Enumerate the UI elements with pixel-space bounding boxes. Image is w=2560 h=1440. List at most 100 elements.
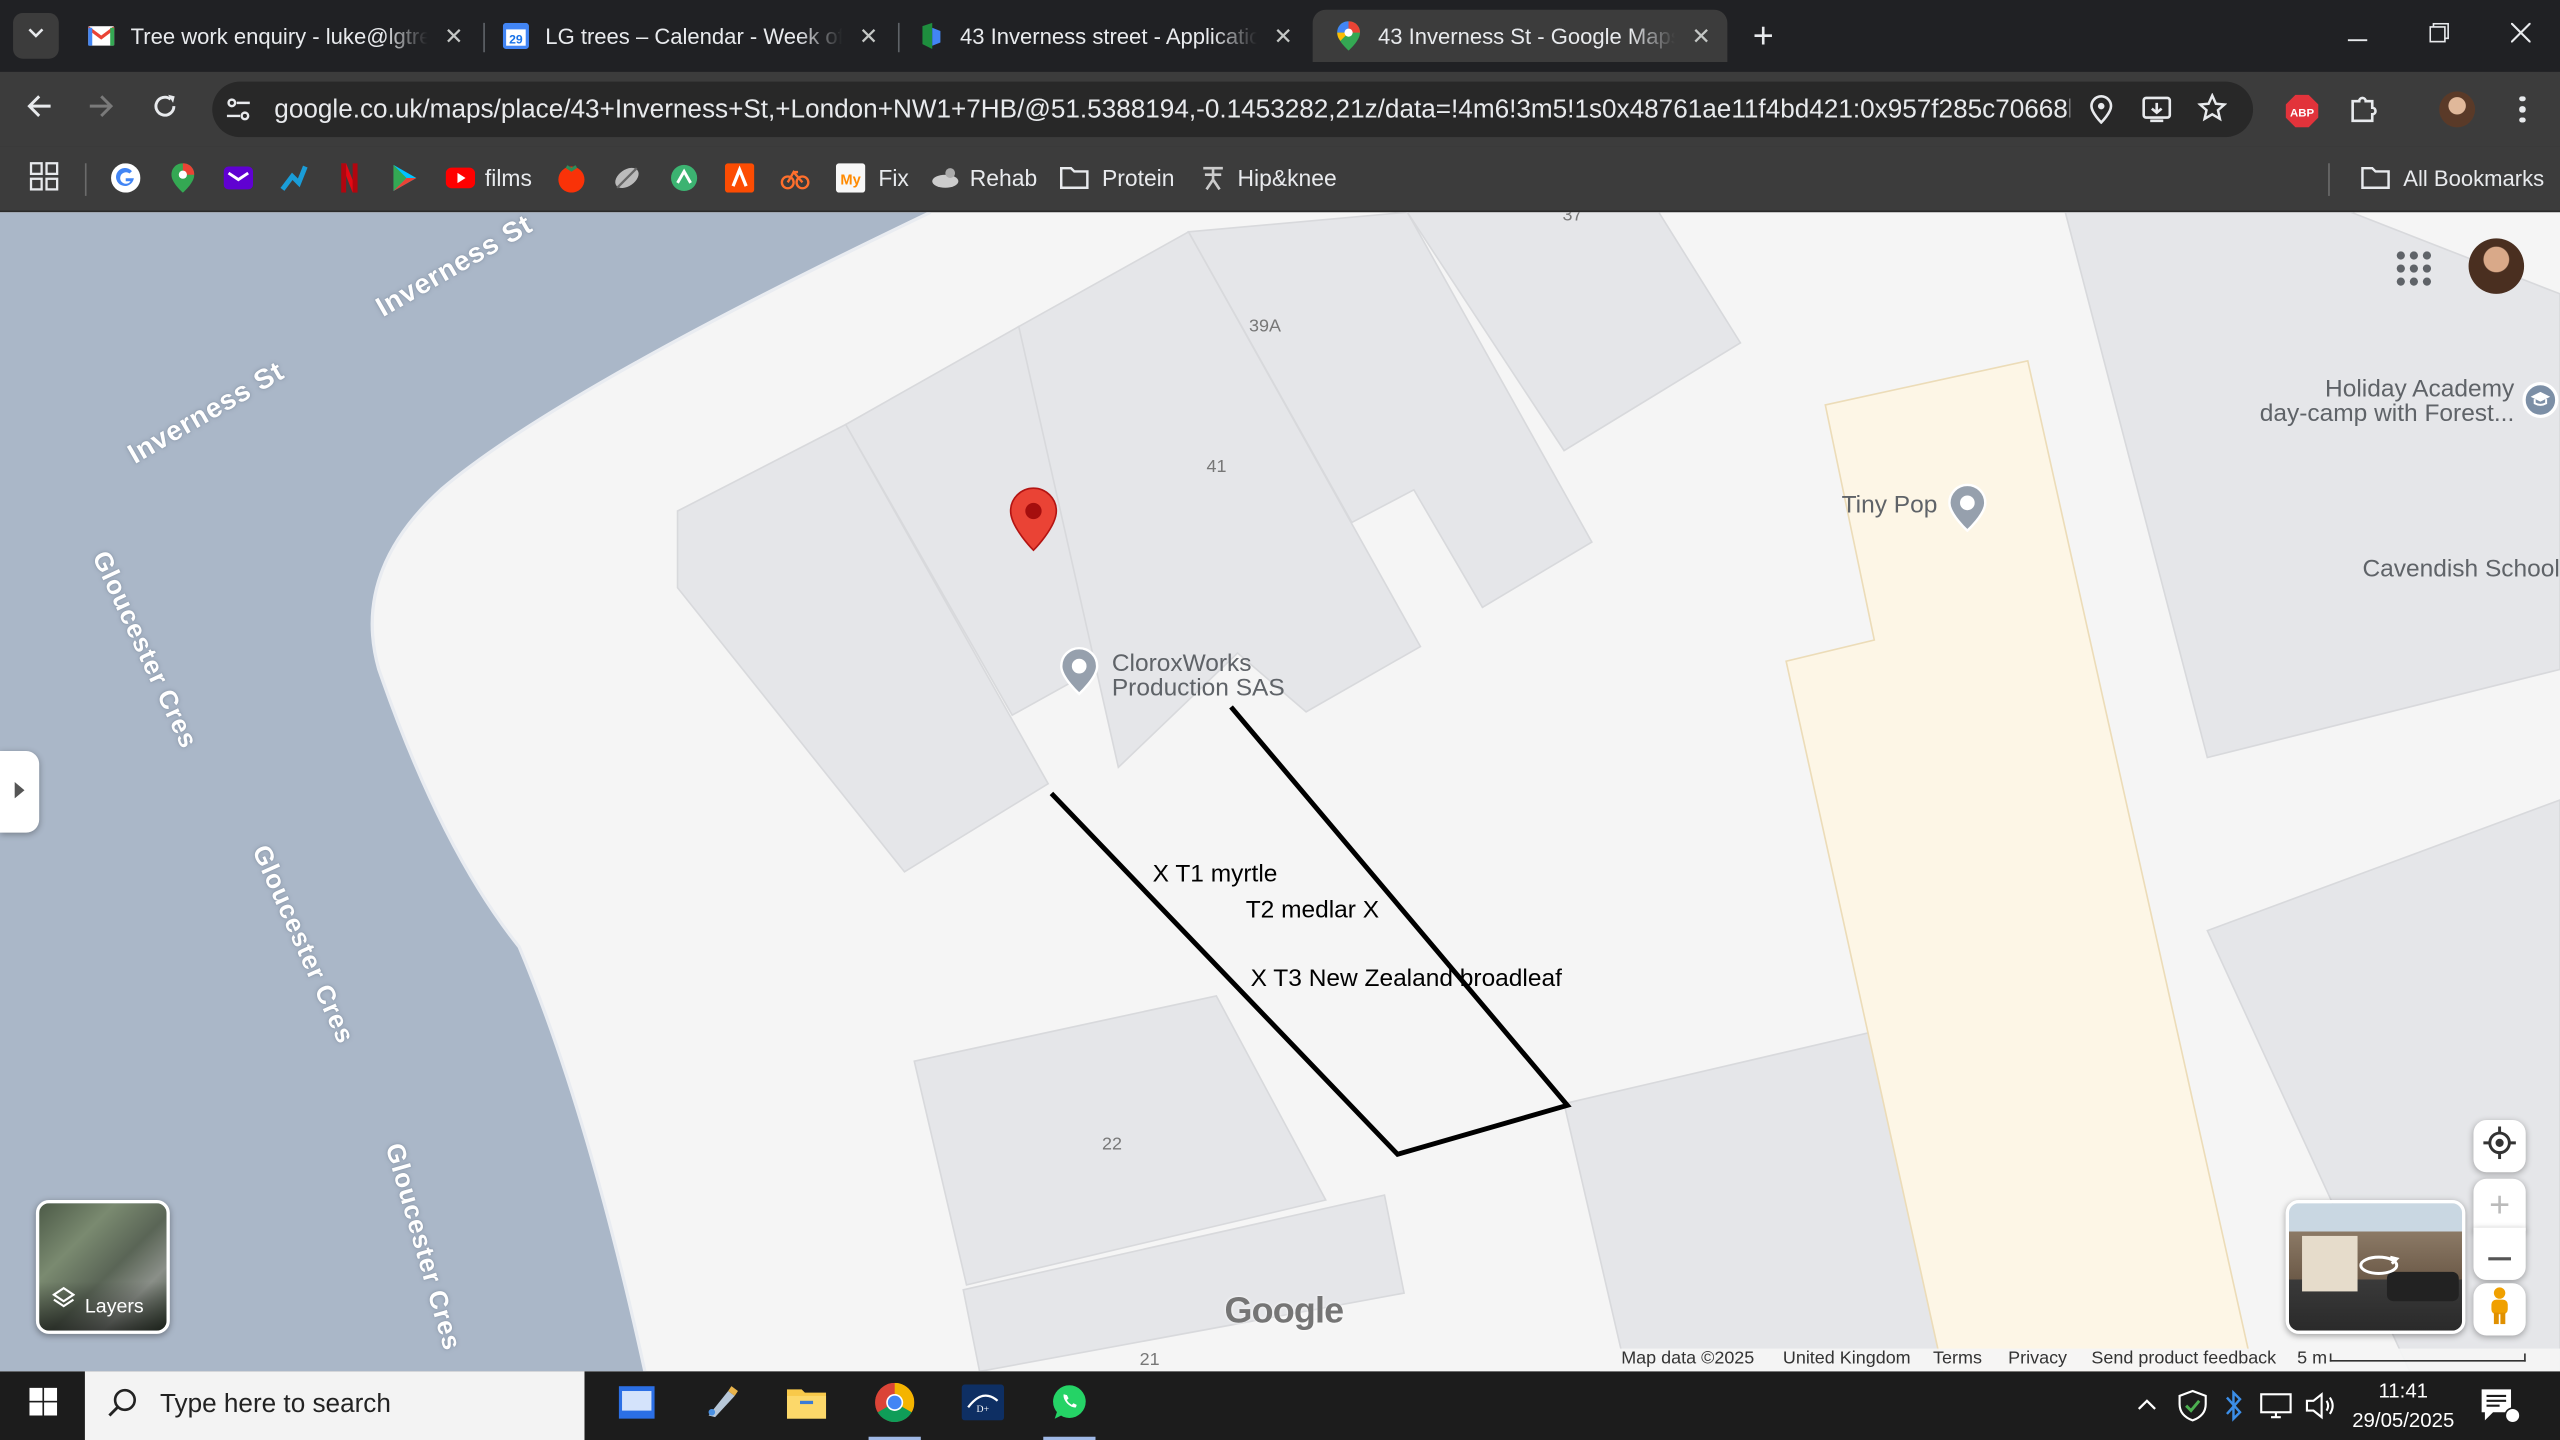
tab-planning[interactable]: 43 Inverness street - Application ✕: [895, 10, 1310, 62]
location-icon[interactable]: [2090, 95, 2113, 133]
bookmark-bike[interactable]: [780, 160, 810, 196]
all-bookmarks-button[interactable]: All Bookmarks: [2361, 160, 2544, 196]
windows-logo-icon: [28, 1387, 57, 1424]
taskbar-disney-plus[interactable]: D+: [947, 1371, 1019, 1440]
bookmark-yahoo[interactable]: [223, 160, 254, 196]
bookmark-fix[interactable]: My Fix: [835, 160, 909, 196]
widgets-icon: [618, 1385, 655, 1426]
windows-taskbar: Type here to search D+ 11:41 29/05/2025: [0, 1371, 2560, 1440]
taskbar-chrome[interactable]: [859, 1371, 931, 1440]
zoom-out-button[interactable]: [2473, 1227, 2526, 1280]
folder-icon: [1059, 163, 1089, 192]
bookmark-maps[interactable]: [168, 160, 197, 196]
my-location-button[interactable]: [2473, 1120, 2526, 1173]
taskbar-whatsapp[interactable]: [1033, 1371, 1105, 1440]
bluetooth-icon[interactable]: [2224, 1389, 2244, 1430]
network-icon[interactable]: [2260, 1391, 2293, 1429]
url-text[interactable]: google.co.uk/maps/place/43+Inverness+St,…: [274, 96, 2070, 125]
side-panel-toggle[interactable]: [0, 751, 40, 833]
bookmark-label: Rehab: [969, 164, 1038, 192]
bookmark-strava[interactable]: [724, 160, 755, 196]
tab-title: 43 Inverness street - Application: [959, 23, 1258, 49]
zoom-in-button[interactable]: +: [2473, 1178, 2526, 1232]
bookmark-label: Protein: [1102, 164, 1175, 192]
close-icon[interactable]: ✕: [856, 23, 882, 49]
bookmark-star-icon[interactable]: [2197, 92, 2228, 131]
close-window-button[interactable]: [2491, 13, 2550, 59]
notifications-button[interactable]: [2478, 1386, 2521, 1433]
street-view-thumbnail[interactable]: [2285, 1200, 2466, 1334]
google-apps-button[interactable]: [2390, 245, 2436, 291]
extensions-button[interactable]: [2348, 93, 2381, 134]
close-icon[interactable]: ✕: [441, 23, 467, 49]
abp-label: ABP: [2290, 108, 2314, 120]
address-bar[interactable]: google.co.uk/maps/place/43+Inverness+St,…: [212, 81, 2254, 138]
apps-grid-icon: [29, 161, 59, 195]
tab-title: Tree work enquiry - luke@lgtrees: [130, 23, 428, 49]
back-button[interactable]: [15, 85, 64, 134]
bookmark-tomato[interactable]: [557, 160, 586, 196]
privacy-link[interactable]: Privacy: [2008, 1349, 2067, 1369]
whatsapp-icon: [1050, 1382, 1089, 1429]
feather-icon: [612, 163, 641, 192]
tab-google-maps[interactable]: 43 Inverness St - Google Maps ✕: [1312, 9, 1728, 63]
bookmark-play[interactable]: [390, 160, 419, 196]
puzzle-icon: [2348, 96, 2381, 132]
youtube-icon: [445, 163, 476, 192]
feedback-link[interactable]: Send product feedback: [2091, 1349, 2276, 1369]
install-app-icon[interactable]: [2142, 95, 2172, 133]
all-bookmarks-label: All Bookmarks: [2403, 165, 2545, 191]
tab-gmail[interactable]: Tree work enquiry - luke@lgtrees ✕: [65, 10, 480, 62]
tab-calendar[interactable]: 29 LG trees – Calendar - Week of 2 ✕: [480, 10, 895, 62]
gmail-icon: [88, 23, 115, 49]
minimize-button[interactable]: [2328, 13, 2387, 59]
chevron-down-icon: [26, 21, 46, 50]
reload-icon: [152, 92, 178, 126]
bookmark-rehab[interactable]: Rehab: [931, 160, 1038, 196]
adblock-extension-button[interactable]: ABP: [2285, 94, 2319, 128]
bookmark-google[interactable]: [111, 160, 141, 196]
paint-brush-icon: [704, 1384, 740, 1428]
browser-toolbar: google.co.uk/maps/place/43+Inverness+St,…: [0, 71, 2560, 147]
start-button[interactable]: [0, 1371, 85, 1440]
pegman-street-view-button[interactable]: [2473, 1283, 2526, 1336]
taskbar-search-box[interactable]: Type here to search: [84, 1371, 585, 1440]
clock[interactable]: 11:41 29/05/2025: [2348, 1376, 2459, 1435]
bookmark-app[interactable]: [279, 160, 308, 196]
bookmark-feather[interactable]: [612, 160, 641, 196]
kebab-menu-icon: [2519, 95, 2526, 123]
browser-menu-button[interactable]: [2508, 91, 2537, 127]
windows-security-icon[interactable]: [2178, 1389, 2207, 1430]
bookmark-netflix[interactable]: [335, 160, 364, 196]
tab-search-button[interactable]: [13, 13, 59, 59]
layers-label: Layers: [84, 1294, 144, 1318]
new-tab-button[interactable]: +: [1740, 13, 1786, 59]
profile-avatar[interactable]: [2439, 91, 2476, 128]
volume-icon[interactable]: [2304, 1391, 2337, 1429]
terms-link[interactable]: Terms: [1933, 1349, 1982, 1369]
taskbar-widgets[interactable]: [601, 1371, 673, 1440]
bookmark-protein[interactable]: Protein: [1059, 160, 1175, 196]
strava-icon: [724, 163, 755, 193]
bookmark-green-circle[interactable]: [669, 160, 698, 196]
close-icon[interactable]: ✕: [1688, 23, 1714, 49]
apps-button[interactable]: [29, 160, 59, 196]
reload-button[interactable]: [140, 85, 189, 134]
forward-button[interactable]: [77, 85, 126, 134]
show-hidden-icons-button[interactable]: [2136, 1393, 2159, 1424]
taskbar-file-explorer[interactable]: [771, 1371, 843, 1440]
bookmark-films[interactable]: films: [445, 160, 532, 196]
site-info-icon[interactable]: [225, 96, 251, 130]
account-avatar[interactable]: [2468, 238, 2525, 294]
chrome-icon: [875, 1382, 915, 1429]
map-canvas[interactable]: 37 39A 41 22 21 Inverness St Inverness S…: [0, 212, 2560, 1372]
layers-button[interactable]: Layers: [35, 1200, 170, 1334]
taskbar-paint[interactable]: [686, 1371, 758, 1440]
minus-icon: [2488, 1239, 2512, 1268]
bookmark-hip-knee[interactable]: Hip&knee: [1198, 160, 1337, 196]
scale-label[interactable]: 5 m: [2297, 1349, 2327, 1369]
tomato-icon: [557, 163, 586, 193]
country-label[interactable]: United Kingdom: [1783, 1349, 1911, 1369]
restore-button[interactable]: [2410, 13, 2469, 59]
close-icon[interactable]: ✕: [1270, 23, 1296, 49]
